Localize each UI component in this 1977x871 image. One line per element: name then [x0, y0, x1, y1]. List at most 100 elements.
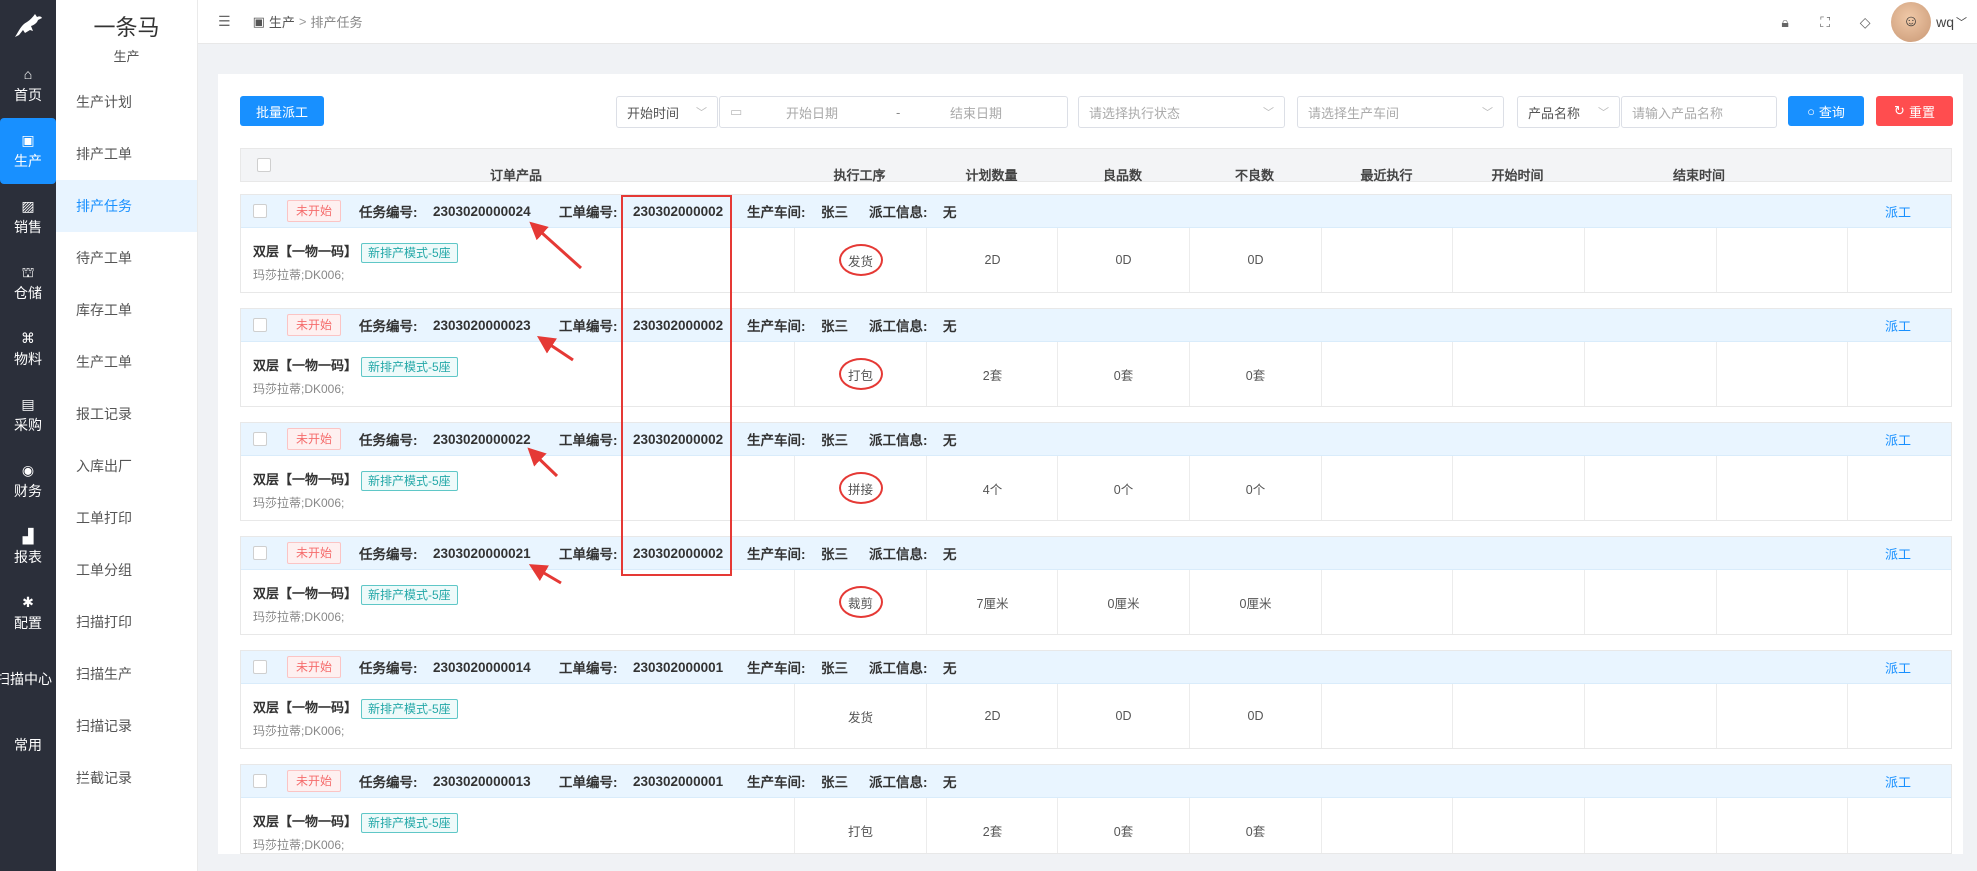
lock-icon[interactable]: 🔒︎: [1765, 14, 1805, 31]
dispatch-link[interactable]: 派工: [1885, 658, 1911, 677]
rail-item-label: 物料: [14, 350, 42, 367]
dispatch-info-value: 无: [943, 775, 957, 790]
table-row: 双层【一物一码】 新排产模式-5座 玛莎拉蒂;DK006; 发货 2D 0D 0D: [241, 684, 1951, 748]
status-select[interactable]: 请选择执行状态 ﹀: [1078, 96, 1285, 128]
product-name: 双层【一物一码】: [253, 244, 358, 259]
end-time-divider: [1847, 798, 1848, 853]
row-checkbox[interactable]: [253, 660, 267, 674]
end-time-cell: [1584, 684, 1951, 748]
product-name: 双层【一物一码】: [253, 472, 358, 487]
product-name: 双层【一物一码】: [253, 700, 358, 715]
last-exec-cell: [1321, 798, 1453, 853]
process-cell-value: 拼接: [847, 482, 873, 497]
rail-item-2[interactable]: ▨ 销售: [0, 184, 56, 250]
main-panel: 批量派工 开始时间 ﹀ ▭ 开始日期 - 结束日期 请选择执行状态 ﹀ 请选择生…: [218, 74, 1963, 854]
start-time-cell: [1452, 342, 1584, 406]
row-checkbox[interactable]: [253, 318, 267, 332]
rail-item-5[interactable]: ▤ 采购: [0, 382, 56, 448]
sidebar-item-8[interactable]: 工单打印: [56, 492, 197, 544]
sidebar-item-9[interactable]: 工单分组: [56, 544, 197, 596]
chevron-down-icon[interactable]: ﹀: [1956, 14, 1967, 30]
annotation-circle: 打包: [838, 358, 883, 390]
breadcrumb-root[interactable]: 生产: [269, 12, 295, 31]
rail-item-3[interactable]: ⛫ 仓储: [0, 250, 56, 316]
warehouse-icon: ⛫: [21, 263, 35, 280]
top-header: ☰ ▣ 生产 > 排产任务 🔒︎ ⛶ ◇ ☺ wq ﹀: [198, 0, 1977, 44]
avatar[interactable]: ☺: [1891, 2, 1932, 42]
end-date-input[interactable]: 结束日期: [950, 103, 1002, 122]
product-spec: 玛莎拉蒂;DK006;: [253, 381, 345, 396]
plan-qty-cell: 4个: [926, 456, 1058, 520]
row-checkbox[interactable]: [253, 546, 267, 560]
sidebar-item-11[interactable]: 扫描生产: [56, 648, 197, 700]
chevron-down-icon: ﹀: [1482, 107, 1493, 119]
sidebar-item-6[interactable]: 报工记录: [56, 388, 197, 440]
end-time-divider: [1716, 456, 1717, 520]
bad-qty-cell: 0D: [1189, 228, 1321, 292]
rail-item-label: 扫描中心: [0, 671, 52, 687]
dispatch-link[interactable]: 派工: [1885, 430, 1911, 449]
sidebar-item-10[interactable]: 扫描打印: [56, 596, 197, 648]
task-no-label: 任务编号:: [359, 319, 418, 334]
order-no-label: 工单编号:: [559, 547, 618, 562]
schedule-mode-tag: 新排产模式-5座: [361, 812, 458, 833]
product-name-input[interactable]: 请输入产品名称: [1621, 96, 1777, 128]
start-time-cell: [1452, 798, 1584, 853]
horse-logo-icon: [15, 14, 42, 37]
bad-qty-cell-value: 0D: [1247, 709, 1264, 723]
table-row: 双层【一物一码】 新排产模式-5座 玛莎拉蒂;DK006; 发货 2D 0D 0D: [241, 228, 1951, 292]
fullscreen-icon[interactable]: ⛶: [1805, 14, 1845, 31]
query-label: 查询: [1818, 104, 1845, 120]
status-badge: 未开始: [287, 428, 342, 450]
dispatch-link[interactable]: 派工: [1885, 772, 1911, 791]
date-range-picker[interactable]: ▭ 开始日期 - 结束日期: [719, 96, 1068, 128]
sidebar-item-2[interactable]: 排产任务: [56, 180, 197, 232]
sidebar-item-12[interactable]: 扫描记录: [56, 700, 197, 752]
username[interactable]: wq: [1936, 14, 1954, 30]
rail-item-6[interactable]: ◉ 财务: [0, 448, 56, 514]
sidebar-item-4[interactable]: 库存工单: [56, 284, 197, 336]
dispatch-link[interactable]: 派工: [1885, 202, 1911, 221]
column-header-2: 计划数量: [965, 168, 1018, 183]
sidebar-item-3[interactable]: 待产工单: [56, 232, 197, 284]
rail-item-7[interactable]: ▟ 报表: [0, 514, 56, 580]
collapse-menu-icon[interactable]: ☰: [218, 13, 231, 30]
rail-item-8[interactable]: ✱ 配置: [0, 580, 56, 646]
table-row: 双层【一物一码】 新排产模式-5座 玛莎拉蒂;DK006; 打包 2套 0套 0套: [241, 798, 1951, 853]
chevron-down-icon: ﹀: [1263, 107, 1274, 119]
bad-qty-cell-value: 0厘米: [1239, 596, 1272, 611]
rail-item-1[interactable]: ▣ 生产: [0, 118, 56, 184]
product-spec: 玛莎拉蒂;DK006;: [253, 267, 345, 282]
reset-button[interactable]: ↻ 重置: [1876, 96, 1953, 126]
start-date-input[interactable]: 开始日期: [786, 103, 838, 122]
order-no-label: 工单编号:: [559, 775, 618, 790]
plan-qty-cell-value: 2套: [982, 824, 1003, 839]
dispatch-info-label: 派工信息:: [869, 205, 928, 220]
rail-item-9[interactable]: 扫描中心: [0, 646, 56, 712]
column-header-5: 最近执行: [1360, 168, 1413, 183]
rail-item-label: 常用: [14, 737, 42, 753]
sidebar-item-5[interactable]: 生产工单: [56, 336, 197, 388]
end-time-divider: [1847, 684, 1848, 748]
sidebar-item-1[interactable]: 排产工单: [56, 128, 197, 180]
sidebar-item-0[interactable]: 生产计划: [56, 76, 197, 128]
workshop-select[interactable]: 请选择生产车间 ﹀: [1297, 96, 1504, 128]
rail-item-10[interactable]: 常用: [0, 712, 56, 778]
row-checkbox[interactable]: [253, 204, 267, 218]
dispatch-link[interactable]: 派工: [1885, 544, 1911, 563]
product-field-select[interactable]: 产品名称 ﹀: [1517, 96, 1620, 128]
row-checkbox[interactable]: [253, 774, 267, 788]
product-line: 双层【一物一码】 新排产模式-5座: [253, 241, 458, 263]
batch-dispatch-button[interactable]: 批量派工: [240, 96, 324, 126]
clear-cache-icon[interactable]: ◇: [1845, 14, 1885, 31]
query-button[interactable]: ○ 查询: [1788, 96, 1864, 126]
rail-item-0[interactable]: ⌂ 首页: [0, 52, 56, 118]
schedule-mode-tag: 新排产模式-5座: [361, 584, 458, 605]
sidebar-item-7[interactable]: 入库出厂: [56, 440, 197, 492]
dispatch-link[interactable]: 派工: [1885, 316, 1911, 335]
process-cell-value: 打包: [847, 824, 873, 839]
rail-item-4[interactable]: ⌘ 物料: [0, 316, 56, 382]
time-type-select[interactable]: 开始时间 ﹀: [616, 96, 718, 128]
row-checkbox[interactable]: [253, 432, 267, 446]
sidebar-item-13[interactable]: 拦截记录: [56, 752, 197, 804]
